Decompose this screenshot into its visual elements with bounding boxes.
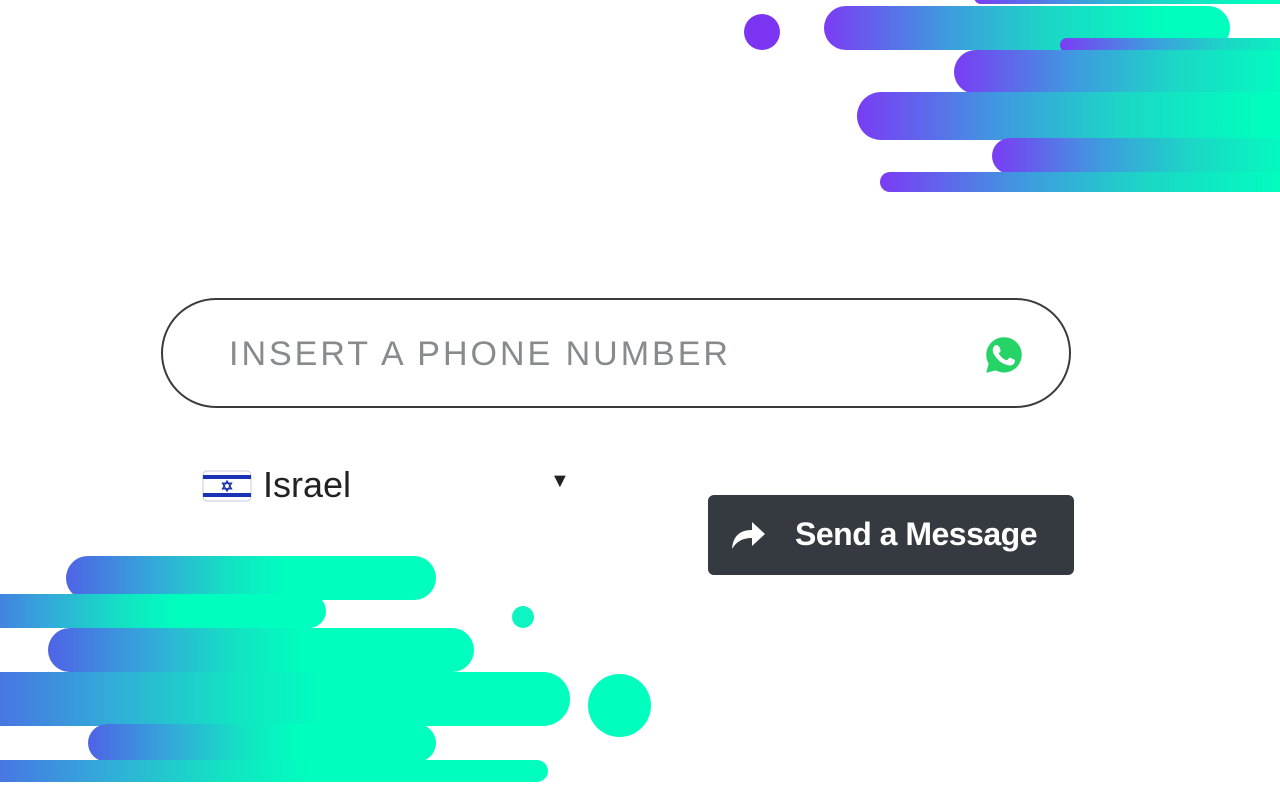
decorative-streak [880,172,1280,192]
decorative-dot [744,14,780,50]
decorative-streak [0,594,326,628]
decorative-streak [66,556,436,600]
share-arrow-icon [732,522,765,549]
decorative-streak [954,50,1280,94]
decorative-streak [1060,38,1280,52]
chevron-down-icon: ▼ [550,470,570,492]
israel-flag-icon [202,470,252,502]
page: Israel ▼ Send a Message [0,0,1280,800]
country-selected-label: Israel [263,464,352,505]
phone-number-input[interactable] [227,325,951,383]
decorative-dot [512,606,534,628]
send-button-label: Send a Message [795,516,1038,552]
country-select[interactable]: Israel ▼ [202,460,572,512]
decorative-streak [824,6,1230,50]
send-message-button[interactable]: Send a Message [708,495,1074,575]
decorative-dot [588,674,651,737]
decorative-streak [992,138,1280,174]
decorative-streak [88,724,436,762]
phone-field [161,298,1071,408]
decorative-streak [0,672,570,726]
decorative-streak [974,0,1280,4]
whatsapp-icon[interactable] [983,334,1025,376]
decorative-streak [0,760,548,782]
decorative-streak [857,92,1280,140]
decorative-streak [48,628,474,672]
